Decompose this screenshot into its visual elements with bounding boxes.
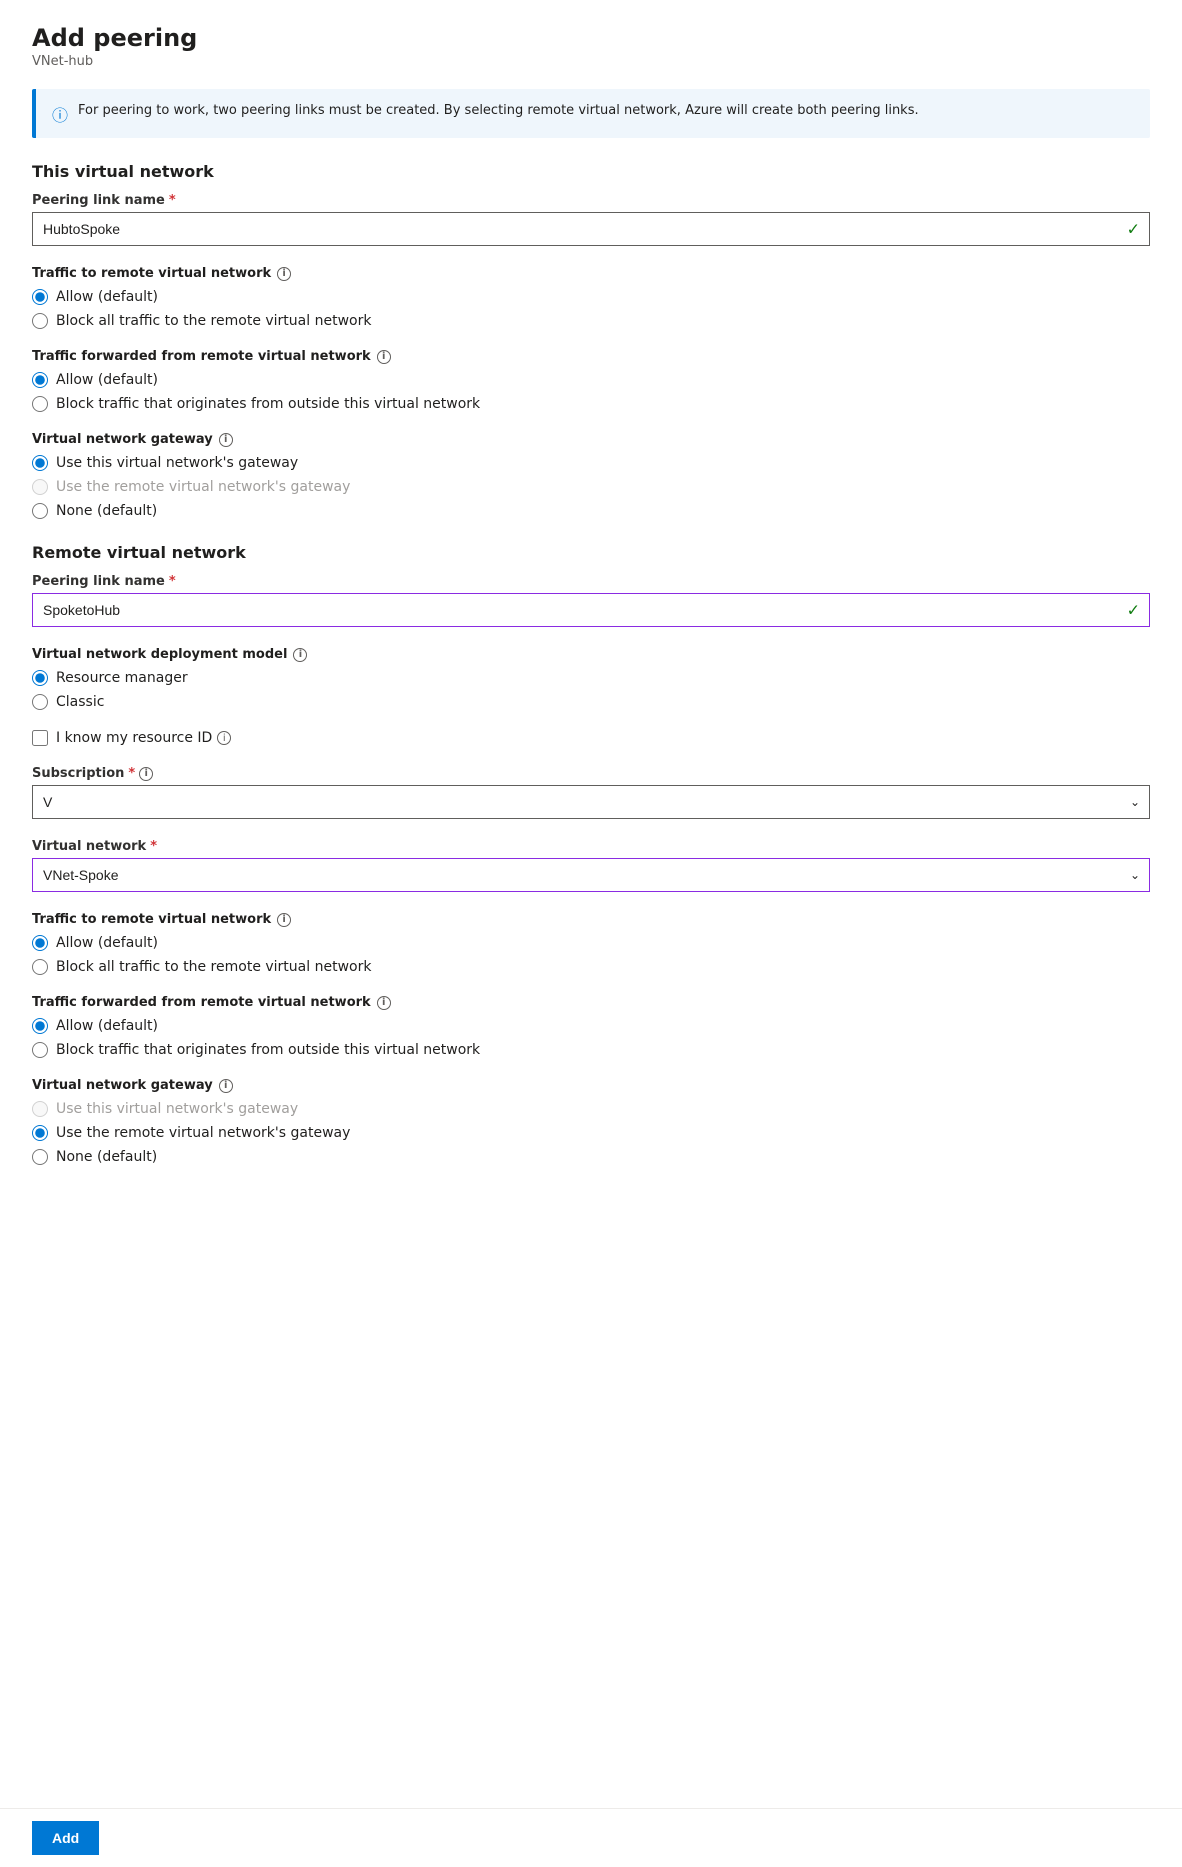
remote-gateway-remote[interactable]: Use the remote virtual network's gateway — [32, 1125, 1150, 1141]
subscription-label: Subscription * i — [32, 766, 1150, 781]
this-traffic-forwarded-block-label: Block traffic that originates from outsi… — [56, 396, 480, 412]
remote-peering-link-input[interactable] — [32, 593, 1150, 627]
info-banner: ⓘ For peering to work, two peering links… — [32, 89, 1150, 138]
this-traffic-remote-block[interactable]: Block all traffic to the remote virtual … — [32, 313, 1150, 329]
this-traffic-remote-label: Traffic to remote virtual network i — [32, 266, 1150, 281]
remote-traffic-forwarded-label: Traffic forwarded from remote virtual ne… — [32, 995, 1150, 1010]
remote-peering-link-input-wrapper: ✓ — [32, 593, 1150, 627]
this-vnet-title: This virtual network — [32, 162, 1150, 181]
remote-vnet-section: Remote virtual network Peering link name… — [32, 543, 1150, 1165]
this-traffic-forwarded-allow[interactable]: Allow (default) — [32, 372, 1150, 388]
required-star-2: * — [169, 574, 176, 589]
remote-gateway-none[interactable]: None (default) — [32, 1149, 1150, 1165]
remote-traffic-remote-radio-group: Allow (default) Block all traffic to the… — [32, 935, 1150, 975]
remote-gateway-group: Virtual network gateway i Use this virtu… — [32, 1078, 1150, 1165]
deployment-model-label: Virtual network deployment model i — [32, 647, 1150, 662]
remote-traffic-remote-group: Traffic to remote virtual network i Allo… — [32, 912, 1150, 975]
remote-peering-link-check-icon: ✓ — [1127, 601, 1140, 620]
virtual-network-group: Virtual network * VNet-Spoke ⌄ — [32, 839, 1150, 892]
remote-traffic-forwarded-radio-group: Allow (default) Block traffic that origi… — [32, 1018, 1150, 1058]
this-traffic-forwarded-radio-group: Allow (default) Block traffic that origi… — [32, 372, 1150, 412]
deployment-model-classic-label: Classic — [56, 694, 104, 710]
remote-gateway-info-icon[interactable]: i — [219, 1079, 233, 1093]
this-traffic-remote-group: Traffic to remote virtual network i Allo… — [32, 266, 1150, 329]
deployment-model-group: Virtual network deployment model i Resou… — [32, 647, 1150, 710]
traffic-remote-info-icon[interactable]: i — [277, 267, 291, 281]
remote-gateway-none-label: None (default) — [56, 1149, 157, 1165]
remote-traffic-remote-block[interactable]: Block all traffic to the remote virtual … — [32, 959, 1150, 975]
this-traffic-forwarded-block[interactable]: Block traffic that originates from outsi… — [32, 396, 1150, 412]
this-gateway-info-icon[interactable]: i — [219, 433, 233, 447]
this-traffic-remote-block-label: Block all traffic to the remote virtual … — [56, 313, 371, 329]
deployment-model-classic[interactable]: Classic — [32, 694, 1150, 710]
this-traffic-forwarded-allow-label: Allow (default) — [56, 372, 158, 388]
required-star-4: * — [150, 839, 157, 854]
remote-traffic-remote-allow[interactable]: Allow (default) — [32, 935, 1150, 951]
subscription-group: Subscription * i V ⌄ — [32, 766, 1150, 819]
this-traffic-forwarded-label: Traffic forwarded from remote virtual ne… — [32, 349, 1150, 364]
this-gateway-remote-label: Use the remote virtual network's gateway — [56, 479, 350, 495]
subscription-select-wrapper: V ⌄ — [32, 785, 1150, 819]
footer-bar: Add — [0, 1808, 1182, 1867]
remote-traffic-forwarded-block[interactable]: Block traffic that originates from outsi… — [32, 1042, 1150, 1058]
remote-traffic-forwarded-block-label: Block traffic that originates from outsi… — [56, 1042, 480, 1058]
this-gateway-this[interactable]: Use this virtual network's gateway — [32, 455, 1150, 471]
this-traffic-remote-allow[interactable]: Allow (default) — [32, 289, 1150, 305]
deployment-model-info-icon[interactable]: i — [293, 648, 307, 662]
remote-traffic-forwarded-allow[interactable]: Allow (default) — [32, 1018, 1150, 1034]
this-peering-link-input-wrapper: ✓ — [32, 212, 1150, 246]
page-title: Add peering — [32, 24, 1150, 52]
subscription-info-icon[interactable]: i — [139, 767, 153, 781]
add-button[interactable]: Add — [32, 1821, 99, 1855]
deployment-model-rm-label: Resource manager — [56, 670, 188, 686]
info-icon: ⓘ — [52, 102, 68, 126]
remote-gateway-this: Use this virtual network's gateway — [32, 1101, 1150, 1117]
this-vnet-section: This virtual network Peering link name *… — [32, 162, 1150, 519]
this-gateway-none-label: None (default) — [56, 503, 157, 519]
remote-traffic-remote-allow-label: Allow (default) — [56, 935, 158, 951]
this-gateway-none[interactable]: None (default) — [32, 503, 1150, 519]
this-peering-link-label: Peering link name * — [32, 193, 1150, 208]
resource-id-group: I know my resource ID i — [32, 730, 1150, 746]
remote-peering-link-group: Peering link name * ✓ — [32, 574, 1150, 627]
remote-traffic-forwarded-info-icon[interactable]: i — [377, 996, 391, 1010]
page-subtitle: VNet-hub — [32, 54, 1150, 69]
this-gateway-group: Virtual network gateway i Use this virtu… — [32, 432, 1150, 519]
required-star: * — [169, 193, 176, 208]
this-traffic-remote-allow-label: Allow (default) — [56, 289, 158, 305]
this-peering-link-group: Peering link name * ✓ — [32, 193, 1150, 246]
this-peering-link-check-icon: ✓ — [1127, 220, 1140, 239]
info-banner-text: For peering to work, two peering links m… — [78, 101, 919, 121]
virtual-network-select[interactable]: VNet-Spoke — [32, 858, 1150, 892]
remote-gateway-radio-group: Use this virtual network's gateway Use t… — [32, 1101, 1150, 1165]
remote-traffic-remote-block-label: Block all traffic to the remote virtual … — [56, 959, 371, 975]
remote-gateway-remote-label: Use the remote virtual network's gateway — [56, 1125, 350, 1141]
subscription-select[interactable]: V — [32, 785, 1150, 819]
this-traffic-forwarded-group: Traffic forwarded from remote virtual ne… — [32, 349, 1150, 412]
remote-traffic-remote-label: Traffic to remote virtual network i — [32, 912, 1150, 927]
remote-gateway-label: Virtual network gateway i — [32, 1078, 1150, 1093]
virtual-network-select-wrapper: VNet-Spoke ⌄ — [32, 858, 1150, 892]
this-gateway-remote: Use the remote virtual network's gateway — [32, 479, 1150, 495]
remote-gateway-this-label: Use this virtual network's gateway — [56, 1101, 298, 1117]
remote-peering-link-label: Peering link name * — [32, 574, 1150, 589]
virtual-network-label: Virtual network * — [32, 839, 1150, 854]
remote-vnet-title: Remote virtual network — [32, 543, 1150, 562]
this-traffic-remote-radio-group: Allow (default) Block all traffic to the… — [32, 289, 1150, 329]
deployment-model-rm[interactable]: Resource manager — [32, 670, 1150, 686]
deployment-model-radio-group: Resource manager Classic — [32, 670, 1150, 710]
resource-id-checkbox[interactable] — [32, 730, 48, 746]
traffic-forwarded-info-icon[interactable]: i — [377, 350, 391, 364]
required-star-3: * — [128, 766, 135, 781]
remote-traffic-forwarded-allow-label: Allow (default) — [56, 1018, 158, 1034]
this-peering-link-input[interactable] — [32, 212, 1150, 246]
remote-traffic-remote-info-icon[interactable]: i — [277, 913, 291, 927]
resource-id-checkbox-item[interactable]: I know my resource ID i — [32, 730, 1150, 746]
resource-id-label: I know my resource ID i — [56, 730, 231, 746]
this-gateway-this-label: Use this virtual network's gateway — [56, 455, 298, 471]
this-gateway-radio-group: Use this virtual network's gateway Use t… — [32, 455, 1150, 519]
remote-traffic-forwarded-group: Traffic forwarded from remote virtual ne… — [32, 995, 1150, 1058]
this-gateway-label: Virtual network gateway i — [32, 432, 1150, 447]
resource-id-info-icon[interactable]: i — [217, 731, 231, 745]
